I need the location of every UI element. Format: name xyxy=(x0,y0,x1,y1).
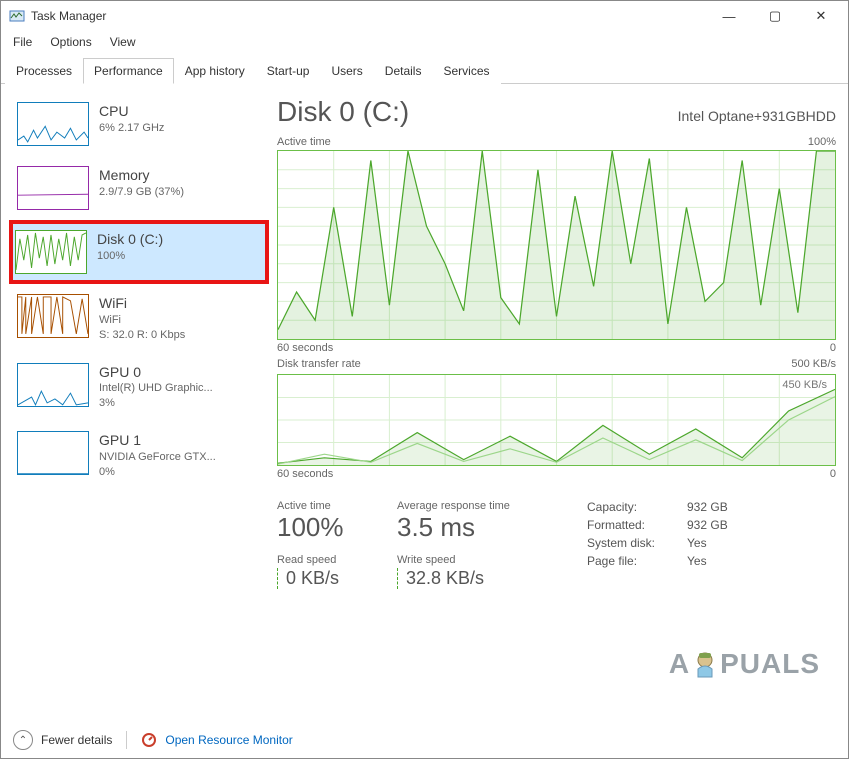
active-time-stat: 100% xyxy=(277,514,387,540)
pagefile-label: Page file: xyxy=(587,554,687,568)
active-time-stat-label: Active time xyxy=(277,500,387,512)
close-button[interactable]: ✕ xyxy=(798,2,844,30)
sidebar-wifi-sub1: WiFi xyxy=(99,313,185,328)
main-panel: Disk 0 (C:) Intel Optane+931GBHDD Active… xyxy=(277,92,840,722)
xfer-label: Disk transfer rate xyxy=(277,358,361,370)
transfer-rate-chart[interactable]: 450 KB/s xyxy=(277,374,836,466)
sidebar-wifi-sub2: S: 32.0 R: 0 Kbps xyxy=(99,328,185,343)
read-stat: 0 KB/s xyxy=(277,568,387,589)
write-stat: 32.8 KB/s xyxy=(397,568,567,589)
app-icon xyxy=(9,8,25,24)
window-title: Task Manager xyxy=(31,9,106,23)
titlebar[interactable]: Task Manager — ▢ ✕ xyxy=(1,1,848,31)
sysdisk-label: System disk: xyxy=(587,536,687,550)
sidebar-gpu1-sub1: NVIDIA GeForce GTX... xyxy=(99,450,216,465)
page-title: Disk 0 (C:) xyxy=(277,96,409,128)
sidebar-item-disk0[interactable]: Disk 0 (C:) 100% xyxy=(9,220,269,284)
sidebar-item-wifi[interactable]: WiFi WiFi S: 32.0 R: 0 Kbps xyxy=(9,284,269,353)
menubar: File Options View xyxy=(1,31,848,53)
body: CPU 6% 2.17 GHz Memory 2.9/7.9 GB (37%) xyxy=(1,84,848,722)
sidebar-gpu0-sub1: Intel(R) UHD Graphic... xyxy=(99,381,213,396)
sidebar: CPU 6% 2.17 GHz Memory 2.9/7.9 GB (37%) xyxy=(9,92,269,722)
read-stat-label: Read speed xyxy=(277,554,387,566)
sysdisk-value: Yes xyxy=(687,536,728,550)
menu-view[interactable]: View xyxy=(102,33,144,51)
separator xyxy=(126,731,127,749)
sidebar-cpu-sub: 6% 2.17 GHz xyxy=(99,121,164,136)
sidebar-item-cpu[interactable]: CPU 6% 2.17 GHz xyxy=(9,92,269,156)
tab-users[interactable]: Users xyxy=(320,58,373,84)
minimize-button[interactable]: — xyxy=(706,2,752,30)
sidebar-item-memory[interactable]: Memory 2.9/7.9 GB (37%) xyxy=(9,156,269,220)
sidebar-item-gpu0[interactable]: GPU 0 Intel(R) UHD Graphic... 3% xyxy=(9,353,269,422)
capacity-value: 932 GB xyxy=(687,500,728,514)
sidebar-gpu1-title: GPU 1 xyxy=(99,431,216,450)
watermark-icon xyxy=(692,649,718,679)
sidebar-gpu1-sub2: 0% xyxy=(99,465,216,480)
sidebar-disk0-sub: 100% xyxy=(97,249,163,264)
avg-resp-stat: 3.5 ms xyxy=(397,514,567,540)
active-time-chart[interactable] xyxy=(277,150,836,340)
tabbar: Processes Performance App history Start-… xyxy=(1,57,848,84)
disk0-thumbnail xyxy=(15,230,87,274)
active-time-label: Active time xyxy=(277,136,331,148)
active-time-max: 100% xyxy=(808,136,836,148)
task-manager-window: Task Manager — ▢ ✕ File Options View Pro… xyxy=(0,0,849,759)
time-axis-right: 0 xyxy=(830,342,836,354)
fewer-details-button[interactable]: Fewer details xyxy=(41,733,112,747)
sidebar-cpu-title: CPU xyxy=(99,102,164,121)
sidebar-memory-sub: 2.9/7.9 GB (37%) xyxy=(99,185,184,200)
device-label: Intel Optane+931GBHDD xyxy=(678,108,836,124)
menu-file[interactable]: File xyxy=(5,33,40,51)
cpu-thumbnail xyxy=(17,102,89,146)
time-axis-left-2: 60 seconds xyxy=(277,468,333,480)
write-stat-label: Write speed xyxy=(397,554,567,566)
gpu0-thumbnail xyxy=(17,363,89,407)
maximize-button[interactable]: ▢ xyxy=(752,2,798,30)
chevron-up-icon[interactable]: ⌃ xyxy=(13,730,33,750)
capacity-label: Capacity: xyxy=(587,500,687,514)
tab-processes[interactable]: Processes xyxy=(5,58,83,84)
tab-details[interactable]: Details xyxy=(374,58,433,84)
sidebar-gpu0-sub2: 3% xyxy=(99,396,213,411)
sidebar-gpu0-title: GPU 0 xyxy=(99,363,213,382)
menu-options[interactable]: Options xyxy=(42,33,99,51)
sidebar-wifi-title: WiFi xyxy=(99,294,185,313)
sidebar-memory-title: Memory xyxy=(99,166,184,185)
xfer-max: 500 KB/s xyxy=(791,358,836,370)
pagefile-value: Yes xyxy=(687,554,728,568)
gpu1-thumbnail xyxy=(17,431,89,475)
tab-apphistory[interactable]: App history xyxy=(174,58,256,84)
tab-performance[interactable]: Performance xyxy=(83,58,174,84)
time-axis-left: 60 seconds xyxy=(277,342,333,354)
wifi-thumbnail xyxy=(17,294,89,338)
watermark: A PUALS xyxy=(669,648,820,680)
avg-resp-stat-label: Average response time xyxy=(397,500,567,512)
open-resource-monitor-link[interactable]: Open Resource Monitor xyxy=(165,733,292,747)
tab-services[interactable]: Services xyxy=(432,58,500,84)
sidebar-item-gpu1[interactable]: GPU 1 NVIDIA GeForce GTX... 0% xyxy=(9,421,269,490)
stats-panel: Active time 100% Average response time 3… xyxy=(277,500,836,589)
formatted-value: 932 GB xyxy=(687,518,728,532)
resource-monitor-icon xyxy=(141,732,157,748)
formatted-label: Formatted: xyxy=(587,518,687,532)
sidebar-disk0-title: Disk 0 (C:) xyxy=(97,230,163,249)
tab-startup[interactable]: Start-up xyxy=(256,58,321,84)
statusbar: ⌃ Fewer details Open Resource Monitor xyxy=(1,722,848,758)
memory-thumbnail xyxy=(17,166,89,210)
time-axis-right-2: 0 xyxy=(830,468,836,480)
